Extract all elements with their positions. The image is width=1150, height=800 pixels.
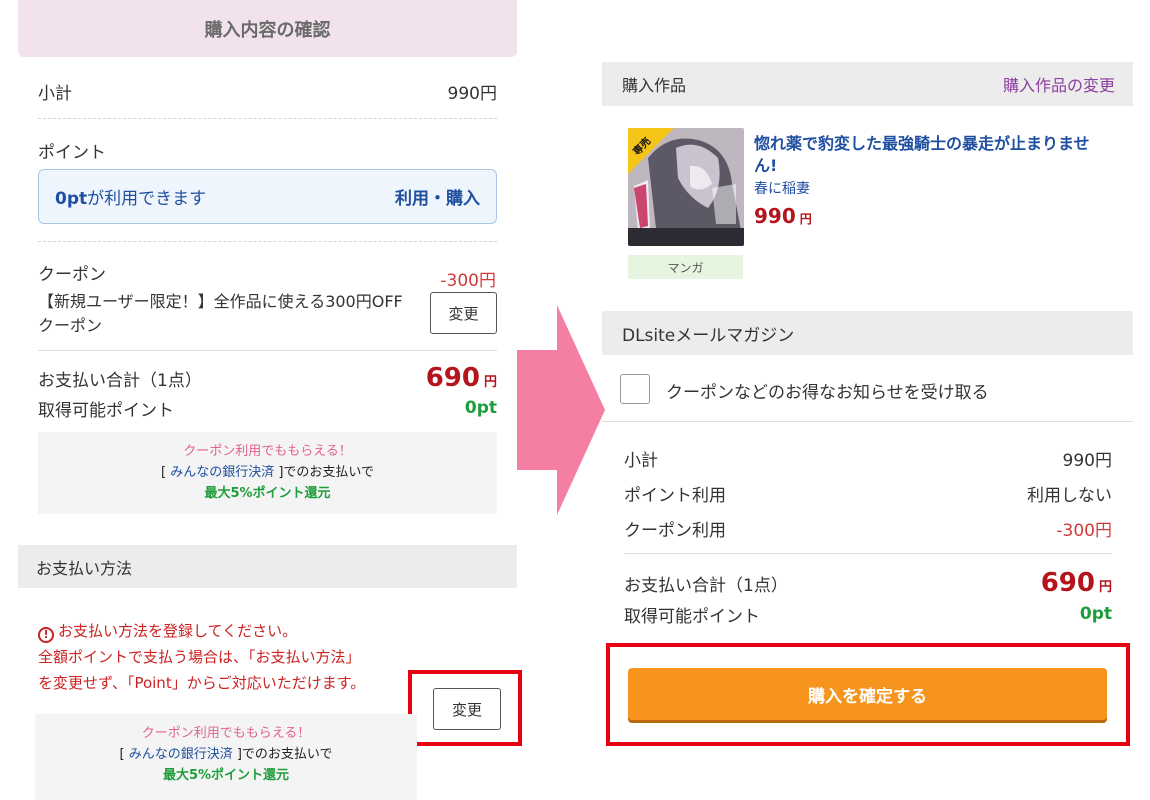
page-title: 購入内容の確認 [18,0,517,57]
payment-section-title: お支払い方法 [18,545,517,588]
points-box[interactable]: 0ptが利用できます 利用・購入 [38,169,497,224]
total-value: 690 円 [426,363,497,393]
product-price: 990 円 [754,204,812,228]
product-title[interactable]: 惚れ薬で豹変した最強騎士の暴走が止まりません! [754,133,1104,177]
subtotal-value: 990円 [447,83,497,104]
promo-line3: 最大5%ポイント還元 [162,768,290,783]
earnable-label: 取得可能ポイント [38,400,174,421]
price-amount: 990 [754,204,796,228]
product-cover[interactable]: 専売 [628,128,744,246]
summary-total-row: お支払い合計（1点） 690 円 [624,566,1112,600]
product-author[interactable]: 春に稲妻 [754,178,810,198]
summary-subtotal-label: 小計 [624,450,658,471]
warning-line1: ! お支払い方法を登録してください。 [38,618,418,644]
promo-line2-text: ]でのお支払いで [232,747,333,762]
newsletter-checkbox-label[interactable]: クーポンなどのお得なお知らせを受け取る [666,378,989,403]
works-change-link[interactable]: 購入作品の変更 [1003,72,1115,96]
category-tag: マンガ [628,255,743,279]
divider [38,118,497,119]
divider [38,241,497,242]
coupon-change-button[interactable]: 変更 [430,292,497,334]
works-title: 購入作品 [622,76,687,95]
works-header: 購入作品 購入作品の変更 [602,62,1133,106]
promo-bracket: [ [160,465,171,480]
summary-total-value: 690 円 [1041,568,1112,598]
payment-warning: ! お支払い方法を登録してください。 全額ポイントで支払う場合は、「お支払い方法」… [38,618,418,696]
summary-points-value: 利用しない [1027,485,1112,506]
summary-total-amount: 690 [1040,568,1095,598]
confirm-purchase-button[interactable]: 購入を確定する [628,668,1107,720]
promo-link[interactable]: みんなの銀行決済 [129,747,233,762]
summary-earnable-row: 取得可能ポイント 0pt [624,602,1112,627]
points-label: ポイント [38,143,106,163]
use-points-link[interactable]: 利用・購入 [395,184,480,209]
summary-points-label: ポイント利用 [624,485,726,506]
warning-icon: ! [38,627,54,643]
newsletter-header: DLsiteメールマガジン [602,311,1133,355]
coupon-description: 【新規ユーザー限定！】全作品に使える300円OFFクーポン [38,292,403,335]
payment-change-button[interactable]: 変更 [433,688,501,730]
warning-line2: 全額ポイントで支払う場合は、「お支払い方法」 [38,648,361,666]
summary-earnable-label: 取得可能ポイント [624,606,760,627]
coupon-label: クーポン [38,265,106,285]
total-label: お支払い合計（1点） [38,370,202,391]
total-amount: 690 [425,363,480,393]
warning-line3: を変更せず、「Point」からご対応いただけます。 [38,674,366,692]
summary-coupon-label: クーポン利用 [624,520,726,541]
points-available-text: が利用できます [87,189,207,209]
summary-coupon-row: クーポン利用 -300円 [624,516,1112,541]
divider [602,421,1133,422]
summary-subtotal-row: 小計 990円 [624,446,1112,471]
earnable-value: 0pt [464,398,497,418]
points-amount: 0pt [55,189,88,209]
promo-line2: [ みんなの銀行決済 ]でのお支払いで [38,462,497,483]
promo-line1: クーポン利用でももらえる！ [141,726,311,741]
subtotal-label: 小計 [38,83,72,104]
points-available: 0ptが利用できます [55,184,206,209]
summary-earnable-value: 0pt [1079,604,1112,624]
total-row: お支払い合計（1点） 690 円 [38,362,497,394]
promo-bracket: [ [119,747,129,762]
subtotal-row: 小計 990円 [38,78,497,104]
price-unit: 円 [799,212,812,226]
promo-line1: クーポン利用でももらえる！ [183,444,352,459]
total-unit: 円 [483,375,497,390]
divider [38,350,497,351]
newsletter-checkbox[interactable] [620,374,650,404]
promo-line3: 最大5%ポイント還元 [204,486,331,501]
summary-subtotal-value: 990円 [1062,450,1112,471]
coupon-discount: -300円 [440,271,496,291]
left-panel: 購入内容の確認 小計 990円 ポイント 0ptが利用できます 利用・購入 クー… [0,0,530,800]
summary-total-unit: 円 [1098,580,1112,595]
promo-banner[interactable]: クーポン利用でももらえる！ [ みんなの銀行決済 ]でのお支払いで 最大5%ポイ… [35,714,417,800]
warning-text1: お支払い方法を登録してください。 [58,622,298,640]
summary-coupon-value: -300円 [1056,520,1112,541]
promo-banner[interactable]: クーポン利用でももらえる！ [ みんなの銀行決済 ]でのお支払いで 最大5%ポイ… [38,432,497,514]
promo-link[interactable]: みんなの銀行決済 [170,465,274,480]
earnable-row: 取得可能ポイント 0pt [38,396,497,421]
promo-line2: [ みんなの銀行決済 ]でのお支払いで [35,744,417,765]
arrow-right-icon [517,305,605,515]
summary-points-row: ポイント利用 利用しない [624,481,1112,506]
divider [624,553,1112,554]
summary-total-label: お支払い合計（1点） [624,575,788,596]
promo-line2-text: ]でのお支払いで [274,465,375,480]
